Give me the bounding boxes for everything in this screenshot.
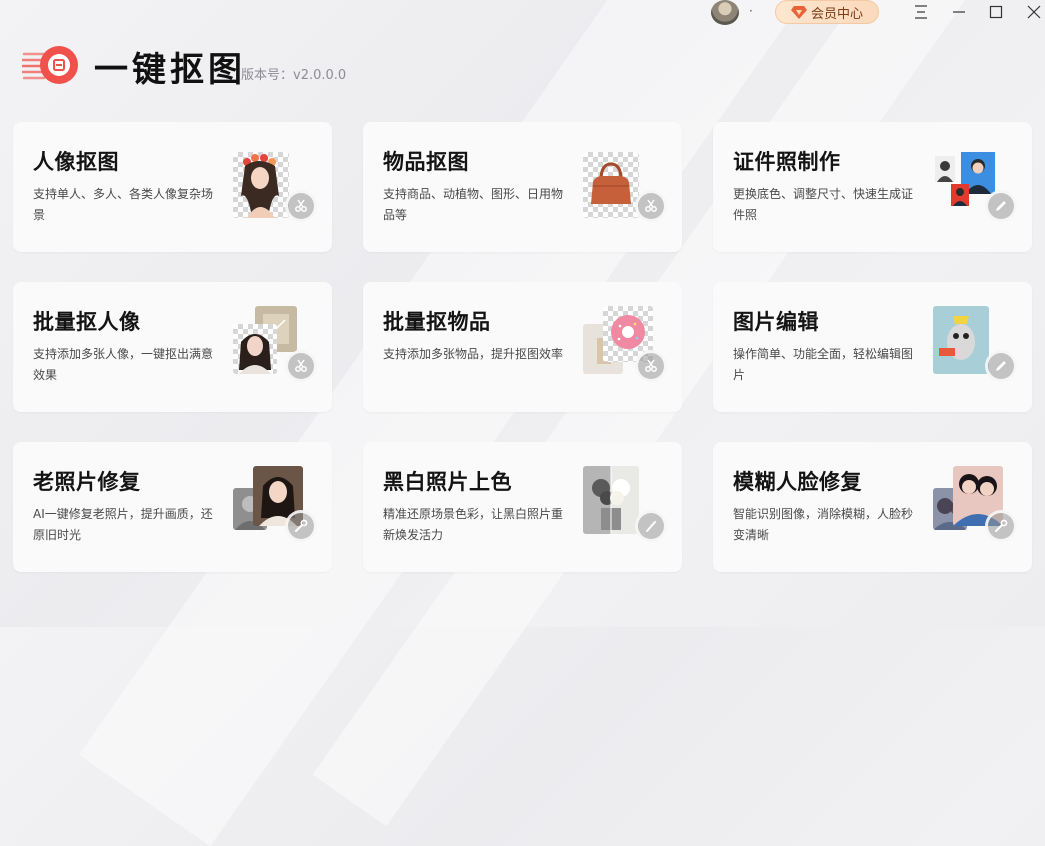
scissors-icon [645,199,657,212]
card-batch-portrait[interactable]: 批量抠人像 支持添加多张人像，一键抠出满意效果 [13,282,332,412]
diamond-icon [790,6,807,19]
pen-icon [996,361,1006,371]
card-desc: 支持添加多张人像，一键抠出满意效果 [33,347,214,382]
tool-badge [285,190,317,222]
card-colorize[interactable]: 黑白照片上色 精准还原场景色彩，让黑白照片重新焕发活力 [363,442,682,572]
flowers-photo [592,466,630,534]
card-thumbnail [933,466,1017,542]
wrench-icon [995,519,1008,532]
card-desc: 支持商品、动植物、图形、日用物品等 [383,187,564,222]
menu-button[interactable] [911,2,931,22]
card-title: 模糊人脸修复 [733,470,862,494]
tool-badge [635,350,667,382]
card-title: 批量抠物品 [383,310,491,334]
scissors-icon [295,359,307,372]
card-thumbnail [583,306,667,382]
card-thumbnail [933,306,1017,382]
card-thumbnail [583,150,667,222]
scissors-icon [295,199,307,212]
card-desc: AI一键修复老照片，提升画质，还原旧时光 [33,507,213,542]
tool-badge [285,350,317,382]
card-desc: 精准还原场景色彩，让黑白照片重新焕发活力 [383,507,564,542]
card-object-cutout[interactable]: 物品抠图 支持商品、动植物、图形、日用物品等 [363,122,682,252]
card-id-photo[interactable]: 证件照制作 更换底色、调整尺寸、快速生成证件照 [713,122,1032,252]
tool-badge [635,190,667,222]
pen-icon [996,201,1006,211]
card-title: 证件照制作 [733,150,841,174]
app-title: 一键抠图 [94,50,246,90]
card-face-restore[interactable]: 模糊人脸修复 智能识别图像，消除模糊，人脸秒变清晰 [713,442,1032,572]
version-label: 版本号：v2.0.0.0 [241,68,347,83]
card-thumbnail [233,466,317,542]
maximize-button[interactable] [986,2,1006,22]
tool-badge [285,510,317,542]
portrait-image [241,154,279,218]
card-thumbnail [233,306,317,382]
card-desc: 支持添加多张物品，提升抠图效率 [383,347,564,361]
card-title: 人像抠图 [33,150,119,174]
wrench-icon [295,519,308,532]
user-avatar[interactable] [711,0,739,25]
minimize-icon [953,11,965,13]
vip-center-label: 会员中心 [810,6,863,22]
card-portrait-cutout[interactable]: 人像抠图 支持单人、多人、各类人像复杂场景 [13,122,332,252]
card-batch-object[interactable]: 批量抠物品 支持添加多张物品，提升抠图效率 [363,282,682,412]
card-image-edit[interactable]: 图片编辑 操作简单、功能全面，轻松编辑图片 [713,282,1032,412]
card-title: 黑白照片上色 [383,470,512,494]
card-title: 批量抠人像 [33,310,141,334]
card-old-photo-repair[interactable]: 老照片修复 AI一键修复老照片，提升画质，还原旧时光 [13,442,332,572]
card-desc: 操作简单、功能全面，轻松编辑图片 [733,347,914,382]
close-button[interactable] [1024,2,1044,22]
card-desc: 更换底色、调整尺寸、快速生成证件照 [733,187,914,222]
maximize-icon [989,5,1003,19]
title-bar: · 会员中心 [0,0,1045,28]
card-thumbnail [583,466,667,542]
brush-icon [646,521,656,532]
tool-badge [985,510,1017,542]
edited-photo [939,316,975,360]
card-thumbnail [933,150,1017,222]
scissors-icon [645,359,657,372]
card-title: 物品抠图 [383,150,469,174]
close-icon [1027,5,1041,19]
vip-center-button[interactable]: 会员中心 [775,0,879,24]
username: · [749,4,753,18]
tool-badge [985,350,1017,382]
handbag-image [591,162,631,204]
tool-badge [635,510,667,542]
card-title: 老照片修复 [33,470,141,494]
card-desc: 支持单人、多人、各类人像复杂场景 [33,187,214,222]
card-thumbnail [233,150,317,222]
minimize-button[interactable] [949,2,969,22]
app-logo-icon [22,46,78,84]
card-title: 图片编辑 [733,310,819,334]
tool-badge [985,190,1017,222]
menu-icon [915,5,927,19]
card-desc: 智能识别图像，消除模糊，人脸秒变清晰 [733,507,914,542]
portrait-image [239,334,271,374]
